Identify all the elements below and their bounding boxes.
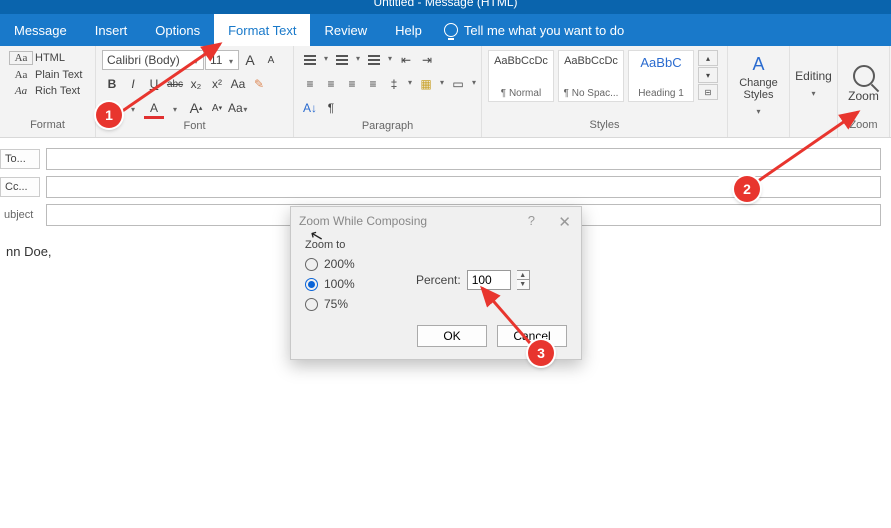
tell-me-label: Tell me what you want to do — [464, 23, 624, 38]
linespacing-icon[interactable]: ‡ — [384, 74, 404, 94]
align-center-icon[interactable]: ≡ — [321, 74, 341, 94]
shading-icon[interactable]: ▦ — [416, 74, 436, 94]
shrink-font-icon[interactable]: A — [261, 50, 281, 70]
format-plain[interactable]: AaPlain Text — [6, 68, 86, 82]
format-html[interactable]: AaHTML — [6, 50, 86, 66]
font-size[interactable]: 11 — [205, 50, 239, 70]
percent-input[interactable] — [467, 270, 511, 290]
tab-help[interactable]: Help — [381, 14, 436, 46]
font-color-button[interactable]: A — [144, 98, 164, 118]
font-name[interactable]: Calibri (Body) — [102, 50, 204, 70]
justify-icon[interactable]: ≡ — [363, 74, 383, 94]
style-heading1[interactable]: AaBbCHeading 1 — [628, 50, 694, 102]
group-font: Calibri (Body) 11 A A B I U abc x₂ x² Aa… — [96, 46, 294, 137]
bold-button[interactable]: B — [102, 74, 122, 94]
outdent-icon[interactable]: ⇤ — [396, 50, 416, 70]
percent-label: Percent: — [416, 273, 461, 287]
ribbon: AaHTML AaPlain Text AaRich Text Format C… — [0, 46, 891, 138]
tab-format-text[interactable]: Format Text — [214, 14, 310, 46]
to-input[interactable] — [46, 148, 881, 170]
italic-button[interactable]: I — [123, 74, 143, 94]
to-button[interactable]: To... — [0, 149, 40, 169]
group-font-label: Font — [100, 120, 289, 137]
spin-down-icon[interactable]: ▼ — [517, 280, 529, 289]
zoom-to-label: Zoom to — [305, 239, 567, 251]
case-button[interactable]: Aa — [228, 74, 248, 94]
style-normal[interactable]: AaBbCcDc¶ Normal — [488, 50, 554, 102]
tab-options[interactable]: Options — [141, 14, 214, 46]
group-paragraph: ⇤ ⇥ ≡ ≡ ≡ ≡ ‡ ▦ ▭ A↓ ¶ Paragraph — [294, 46, 482, 137]
window-title: Untitled - Message (HTML) — [0, 0, 891, 14]
tell-me[interactable]: Tell me what you want to do — [444, 23, 624, 38]
group-editing: Editing — [790, 46, 838, 137]
font-color-dd[interactable] — [165, 98, 185, 118]
group-styles-label: Styles — [486, 119, 723, 137]
clear-format-icon[interactable]: ✎ — [249, 74, 269, 94]
grow-a-icon[interactable]: A▴ — [186, 98, 206, 118]
group-format: AaHTML AaPlain Text AaRich Text Format — [0, 46, 96, 137]
cc-button[interactable]: Cc... — [0, 177, 40, 197]
strike-button[interactable]: abc — [165, 74, 185, 94]
grow-font-icon[interactable]: A — [240, 50, 260, 70]
percent-control: Percent: ▲▼ — [416, 270, 530, 290]
subscript-button[interactable]: x₂ — [186, 74, 206, 94]
zoom-button[interactable]: Zoom — [840, 61, 887, 107]
styles-down-icon[interactable]: ▾ — [698, 67, 718, 83]
tab-review[interactable]: Review — [310, 14, 381, 46]
shrink-a-icon[interactable]: A▾ — [207, 98, 227, 118]
style-nospacing[interactable]: AaBbCcDc¶ No Spac... — [558, 50, 624, 102]
align-right-icon[interactable]: ≡ — [342, 74, 362, 94]
borders-icon[interactable]: ▭ — [448, 74, 468, 94]
bulb-icon — [444, 23, 458, 37]
change-case-dd[interactable]: Aa — [228, 98, 248, 118]
group-format-label: Format — [4, 119, 91, 137]
help-icon[interactable]: ? — [528, 213, 535, 228]
callout-1: 1 — [96, 102, 122, 128]
close-icon[interactable]: ✕ — [558, 213, 571, 231]
format-rich[interactable]: AaRich Text — [6, 84, 86, 98]
styles-more-icon[interactable]: ⊟ — [698, 84, 718, 100]
spin-up-icon[interactable]: ▲ — [517, 271, 529, 280]
styles-up-icon[interactable]: ▴ — [698, 50, 718, 66]
ok-button[interactable]: OK — [417, 325, 487, 347]
callout-2: 2 — [734, 176, 760, 202]
group-zoom: Zoom Zoom — [838, 46, 890, 137]
indent-icon[interactable]: ⇥ — [417, 50, 437, 70]
highlight-dd[interactable] — [123, 98, 143, 118]
group-zoom-label: Zoom — [842, 119, 885, 137]
menubar: Message Insert Options Format Text Revie… — [0, 14, 891, 46]
zoom-75-radio[interactable]: 75% — [305, 297, 567, 311]
change-styles-button[interactable]: AChange Styles — [731, 50, 786, 121]
group-styles: AaBbCcDc¶ Normal AaBbCcDc¶ No Spac... Aa… — [482, 46, 728, 137]
group-para-label: Paragraph — [298, 120, 477, 137]
superscript-button[interactable]: x² — [207, 74, 227, 94]
magnifier-icon — [853, 65, 875, 87]
bullets-icon[interactable] — [300, 50, 320, 70]
tab-insert[interactable]: Insert — [81, 14, 142, 46]
editing-button[interactable]: Editing — [787, 65, 840, 103]
multilevel-icon[interactable] — [364, 50, 384, 70]
tab-message[interactable]: Message — [0, 14, 81, 46]
subject-label: ubject — [0, 206, 40, 224]
numbering-icon[interactable] — [332, 50, 352, 70]
underline-button[interactable]: U — [144, 74, 164, 94]
sort-icon[interactable]: A↓ — [300, 98, 320, 118]
group-change-styles: AChange Styles — [728, 46, 790, 137]
align-left-icon[interactable]: ≡ — [300, 74, 320, 94]
zoom-200-radio[interactable]: 200% — [305, 257, 567, 271]
show-marks-icon[interactable]: ¶ — [321, 98, 341, 118]
callout-3: 3 — [528, 340, 554, 366]
